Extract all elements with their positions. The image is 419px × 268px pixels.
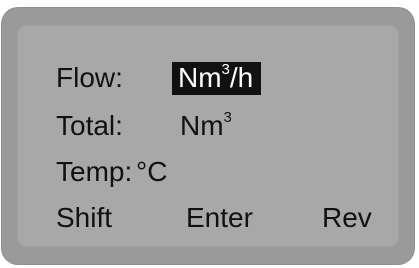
total-unit-exponent: 3: [223, 108, 232, 126]
flow-label: Flow:: [56, 62, 123, 93]
rev-key[interactable]: Rev: [322, 204, 372, 232]
enter-key[interactable]: Enter: [186, 204, 253, 232]
flow-unit-suffix: /h: [229, 62, 254, 93]
total-unit-base: Nm: [180, 110, 224, 141]
total-unit[interactable]: Nm3: [180, 108, 232, 141]
flow-unit-base: Nm: [178, 62, 222, 93]
flow-unit-exponent: 3: [221, 60, 230, 78]
meter-display-panel: Flow: Nm3/h Total: Nm3 Temp: °C Shift En…: [2, 8, 414, 264]
total-label: Total:: [56, 110, 123, 141]
temp-unit[interactable]: °C: [136, 158, 167, 186]
lcd-screen: Flow: Nm3/h Total: Nm3 Temp: °C Shift En…: [16, 24, 400, 248]
temp-label: Temp:: [56, 156, 133, 187]
shift-key[interactable]: Shift: [56, 204, 112, 232]
flow-unit-selected[interactable]: Nm3/h: [172, 60, 262, 95]
